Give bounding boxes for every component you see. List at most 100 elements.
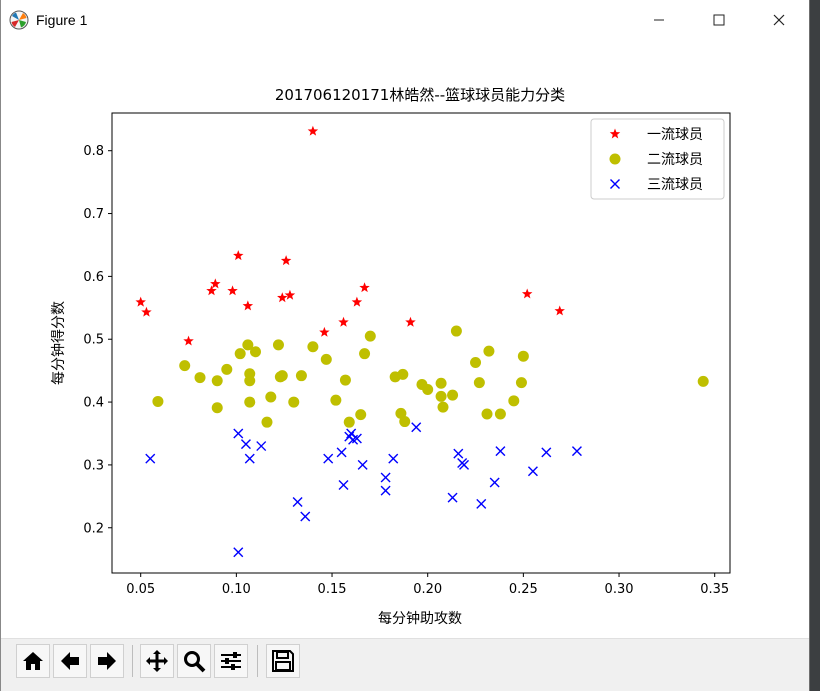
data-point-series-3 xyxy=(256,441,267,452)
data-point-series-1 xyxy=(135,296,146,307)
data-point-series-3 xyxy=(388,453,399,464)
data-point-series-2 xyxy=(450,325,462,337)
data-point-series-3 xyxy=(145,453,156,464)
data-point-series-2 xyxy=(435,377,447,389)
data-point-series-1 xyxy=(359,282,370,293)
data-point-series-2 xyxy=(473,377,485,389)
data-point-series-1 xyxy=(183,335,194,346)
legend-entry-label: 一流球员 xyxy=(647,127,703,143)
y-axis-label: 每分钟得分数 xyxy=(50,301,67,385)
window-title: Figure 1 xyxy=(36,12,88,28)
y-tick-label: 0.3 xyxy=(83,458,104,473)
data-point-series-1 xyxy=(351,296,363,307)
background-ide-strip xyxy=(810,0,820,691)
data-point-series-2 xyxy=(697,375,709,387)
data-point-series-1 xyxy=(206,285,217,296)
minimize-icon xyxy=(654,19,664,21)
x-tick-label: 0.05 xyxy=(126,582,155,597)
x-tick-label: 0.15 xyxy=(318,582,347,597)
legend-entry-label: 二流球员 xyxy=(647,152,703,168)
data-point-series-2 xyxy=(422,384,434,396)
data-point-series-1 xyxy=(242,300,254,311)
x-axis-ticks: 0.05 0.10 0.15 0.20 0.25 0.30 0.35 xyxy=(126,573,729,597)
forward-icon xyxy=(98,652,116,670)
data-point-series-1 xyxy=(284,289,296,300)
save-icon xyxy=(272,650,294,672)
data-point-series-3 xyxy=(541,447,552,458)
data-point-series-1 xyxy=(554,305,565,316)
pan-button[interactable] xyxy=(140,644,174,678)
data-point-series-2 xyxy=(447,389,459,401)
data-point-series-3 xyxy=(447,492,458,503)
x-tick-label: 0.25 xyxy=(509,582,538,597)
figure-canvas[interactable]: 201706120171林皓然--篮球球员能力分类 0.05 0.10 0.15 0.… xyxy=(1,40,809,638)
y-axis-ticks: 0.2 0.3 0.4 0.5 0.6 0.7 0.8 xyxy=(83,144,112,536)
data-point-series-2 xyxy=(265,391,277,403)
home-button[interactable] xyxy=(16,644,50,678)
save-button[interactable] xyxy=(266,644,300,678)
maximize-icon xyxy=(713,14,725,26)
data-point-series-2 xyxy=(272,339,284,351)
configure-subplots-icon xyxy=(221,652,241,670)
y-tick-label: 0.6 xyxy=(83,270,104,285)
data-point-series-1 xyxy=(233,250,244,261)
data-point-series-2 xyxy=(437,401,449,413)
data-point-series-3 xyxy=(233,547,244,558)
x-tick-label: 0.20 xyxy=(413,582,442,597)
data-point-series-2 xyxy=(276,370,288,382)
data-point-series-2 xyxy=(152,395,164,407)
home-icon xyxy=(23,652,43,670)
data-point-series-2 xyxy=(320,353,332,365)
data-point-series-3 xyxy=(323,453,334,464)
data-point-series-3 xyxy=(571,446,582,457)
data-point-series-1 xyxy=(405,316,416,327)
y-tick-label: 0.8 xyxy=(83,144,104,159)
maximize-button[interactable] xyxy=(689,0,749,40)
configure-subplots-button[interactable] xyxy=(214,644,248,678)
zoom-button[interactable] xyxy=(177,644,211,678)
close-icon xyxy=(773,14,785,26)
title-bar[interactable]: Figure 1 xyxy=(1,0,809,40)
data-point-series-3 xyxy=(476,498,487,509)
legend: 一流球员二流球员三流球员 xyxy=(590,118,725,200)
data-point-series-1 xyxy=(338,316,349,327)
data-point-series-2 xyxy=(435,390,447,402)
data-point-series-2 xyxy=(307,341,319,353)
data-point-series-2 xyxy=(470,356,482,368)
data-point-series-3 xyxy=(244,453,255,464)
data-point-series-2 xyxy=(359,348,371,360)
navigation-toolbar xyxy=(1,638,809,691)
close-button[interactable] xyxy=(749,0,809,40)
data-point-series-2 xyxy=(194,372,206,384)
data-point-series-3 xyxy=(527,466,538,477)
data-point-series-3 xyxy=(453,448,464,459)
data-point-series-1 xyxy=(227,285,238,296)
data-point-series-2 xyxy=(179,360,191,372)
data-point-series-3 xyxy=(357,459,368,470)
data-point-series-3 xyxy=(336,447,347,458)
data-point-series-2 xyxy=(399,416,411,428)
chart-title: 201706120171林皓然--篮球球员能力分类 xyxy=(275,86,565,104)
x-axis-label: 每分钟助攻数 xyxy=(378,610,462,627)
data-point-series-2 xyxy=(221,363,233,375)
data-point-series-2 xyxy=(508,395,520,407)
data-point-series-2 xyxy=(288,396,300,408)
back-button[interactable] xyxy=(53,644,87,678)
data-point-series-2 xyxy=(249,346,261,358)
forward-button[interactable] xyxy=(90,644,124,678)
minimize-button[interactable] xyxy=(629,0,689,40)
legend-entry-label: 三流球员 xyxy=(647,177,703,193)
data-point-series-2 xyxy=(234,348,246,360)
data-point-series-2 xyxy=(244,368,256,380)
x-tick-label: 0.30 xyxy=(605,582,634,597)
figure-window: Figure 1 201706120171林皓然--篮球球员能力分类 0.05 0… xyxy=(0,0,810,691)
data-point-series-2 xyxy=(244,396,256,408)
data-point-series-2 xyxy=(494,408,506,420)
data-point-series-1 xyxy=(521,288,533,299)
matplotlib-logo-icon xyxy=(9,10,29,30)
data-point-series-2 xyxy=(211,402,223,414)
data-point-series-1 xyxy=(280,255,292,266)
data-point-series-2 xyxy=(261,416,273,428)
toolbar-separator xyxy=(257,645,258,677)
data-point-series-2 xyxy=(483,345,495,357)
